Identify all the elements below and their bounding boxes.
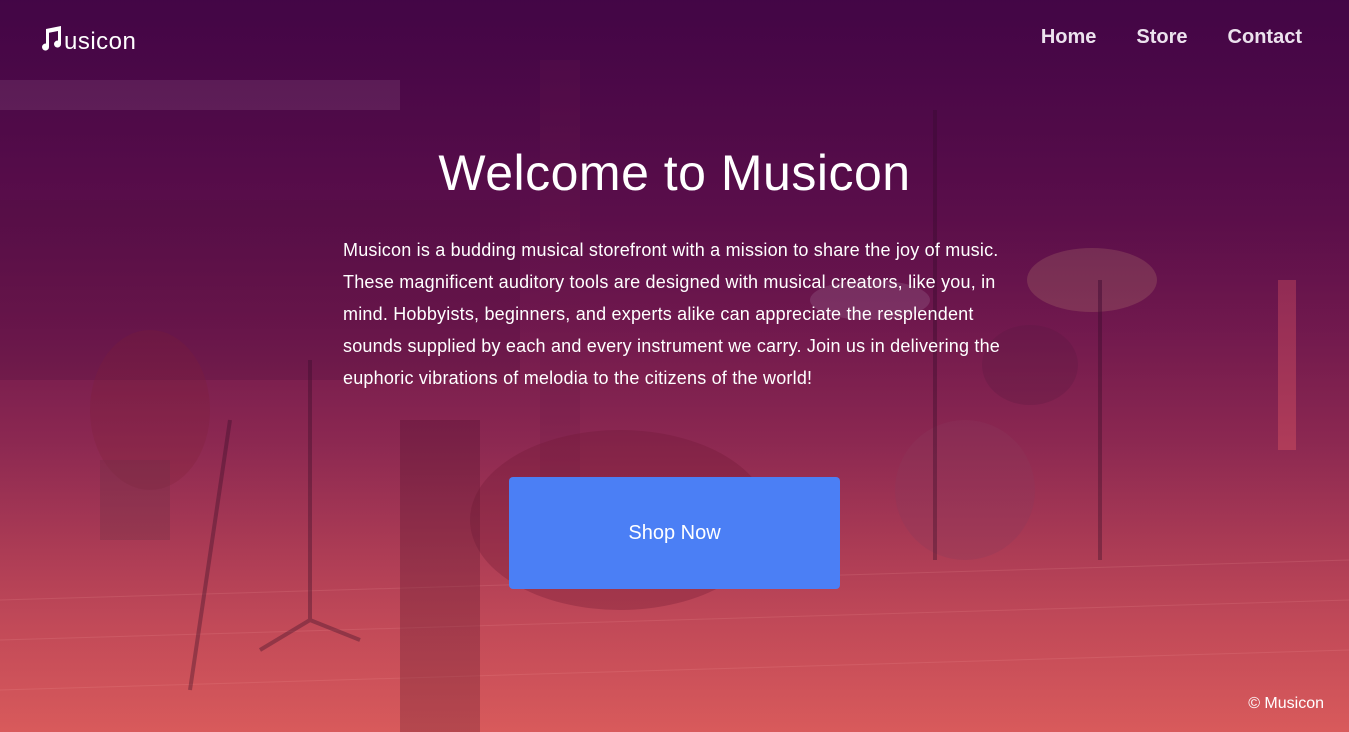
- logo-text: usicon: [64, 27, 137, 55]
- site-header: usicon Home Store Contact: [0, 0, 1349, 80]
- page: usicon Home Store Contact Welcome to Mus…: [0, 0, 1349, 732]
- shop-now-button[interactable]: Shop Now: [509, 477, 840, 589]
- nav-link-contact[interactable]: Contact: [1228, 26, 1302, 49]
- main-nav: Home Store Contact: [1041, 26, 1302, 49]
- music-note-icon: [37, 25, 64, 58]
- hero-title: Welcome to Musicon: [438, 145, 911, 201]
- footer-copyright: © Musicon: [1248, 695, 1324, 712]
- nav-link-home[interactable]: Home: [1041, 26, 1097, 49]
- logo[interactable]: usicon: [37, 25, 136, 58]
- nav-link-store[interactable]: Store: [1136, 26, 1187, 49]
- hero-description: Musicon is a budding musical storefront …: [343, 240, 1001, 388]
